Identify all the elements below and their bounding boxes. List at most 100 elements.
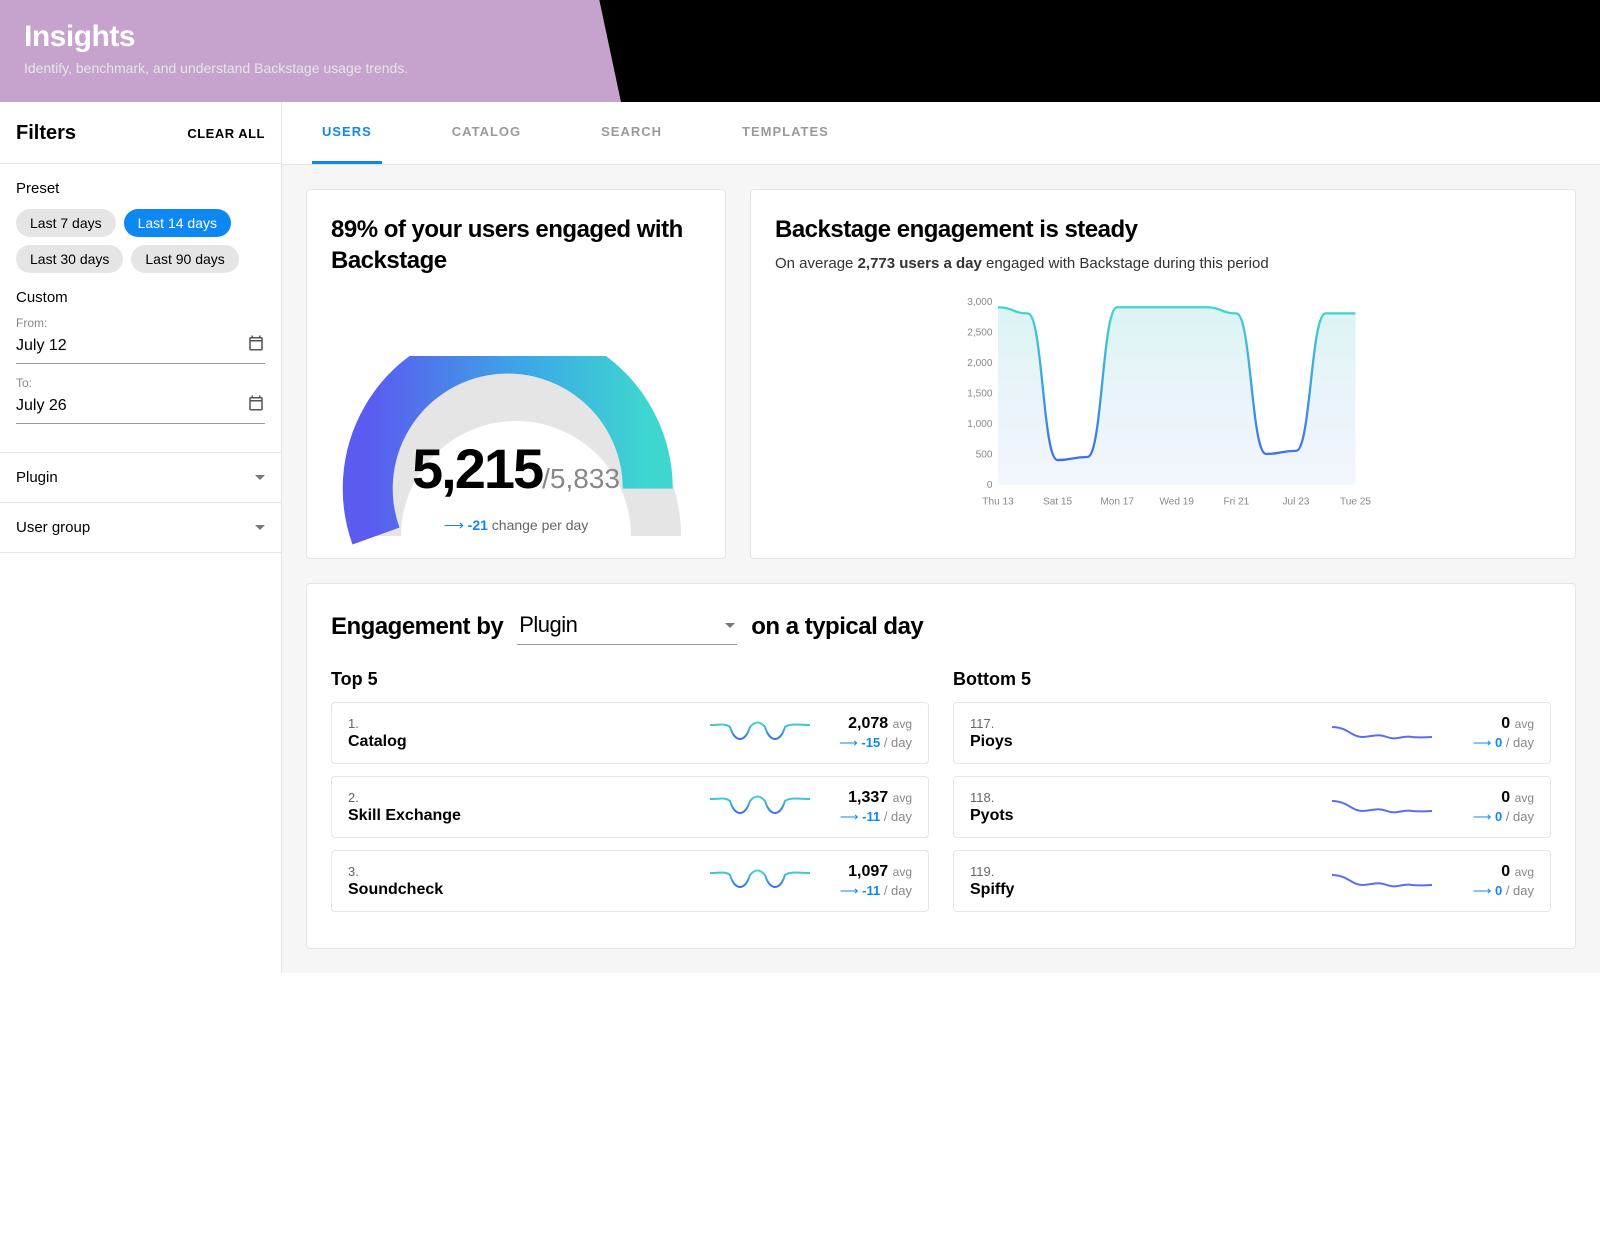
gauge-total: 5,833 (550, 463, 620, 494)
svg-text:Fri 21: Fri 21 (1223, 496, 1249, 507)
engagement-by-section: Engagement by Plugin on a typical day To… (306, 583, 1576, 949)
chevron-down-icon (255, 525, 265, 530)
preset-chip[interactable]: Last 30 days (16, 245, 123, 273)
preset-chip[interactable]: Last 7 days (16, 209, 116, 237)
preset-chip[interactable]: Last 90 days (131, 245, 238, 273)
engagement-avg: 1,097 avg (822, 863, 912, 881)
engagement-item[interactable]: 117. Pioys 0 avg ⟶ 0 / day (953, 702, 1551, 764)
tabs: USERS CATALOG SEARCH TEMPLATES (282, 102, 1600, 165)
svg-text:500: 500 (976, 449, 993, 460)
engagement-rank: 118. (970, 790, 1320, 805)
trend-title: Backstage engagement is steady (775, 214, 1551, 245)
filters-sidebar: Filters CLEAR ALL Preset Last 7 days Last… (0, 102, 282, 973)
engagement-avg: 0 avg (1444, 789, 1534, 807)
engagement-rank: 117. (970, 716, 1320, 731)
trend-subtitle: On average 2,773 users a day engaged wit… (775, 253, 1551, 276)
bottom5-title: Bottom 5 (953, 669, 1551, 690)
from-label: From: (16, 316, 265, 330)
svg-text:Wed 19: Wed 19 (1159, 496, 1194, 507)
to-date-value: July 26 (16, 397, 67, 415)
svg-text:Thu 13: Thu 13 (982, 496, 1014, 507)
engagement-change: ⟶ -11 / day (822, 883, 912, 899)
page-header: Insights Identify, benchmark, and unders… (0, 0, 1600, 102)
gauge-change: ⟶ -21 change per day (444, 517, 589, 534)
engagement-rank: 119. (970, 864, 1320, 879)
svg-text:0: 0 (987, 480, 993, 491)
engagement-avg: 1,337 avg (822, 789, 912, 807)
sparkline-chart (1332, 863, 1432, 899)
sparkline-chart (710, 863, 810, 899)
sparkline-chart (1332, 789, 1432, 825)
from-date-value: July 12 (16, 337, 67, 355)
svg-text:3,000: 3,000 (967, 297, 993, 308)
gauge-current: 5,215 (412, 437, 542, 500)
svg-text:1,000: 1,000 (967, 419, 993, 430)
top5-title: Top 5 (331, 669, 929, 690)
arrow-right-icon: ⟶ (1473, 883, 1492, 898)
engagement-rank: 2. (348, 790, 698, 805)
main-content: USERS CATALOG SEARCH TEMPLATES 89% of your … (282, 102, 1600, 973)
sparkline-chart (1332, 715, 1432, 751)
engagement-avg: 2,078 avg (822, 715, 912, 733)
sparkline-chart (710, 715, 810, 751)
trend-line-chart: 0 500 1,000 1,500 2,000 2,500 3,000 Thu 13 Sat 1… (775, 292, 1551, 512)
engagement-by-suffix: on a typical day (751, 613, 923, 641)
engagement-gauge-card: 89% of your users engaged with Backstage (306, 189, 726, 559)
engagement-item[interactable]: 118. Pyots 0 avg ⟶ 0 / day (953, 776, 1551, 838)
chevron-down-icon (725, 623, 735, 628)
tab-search[interactable]: SEARCH (591, 102, 672, 164)
chevron-down-icon (255, 475, 265, 480)
calendar-icon (247, 334, 265, 357)
custom-label: Custom (16, 289, 265, 306)
engagement-item[interactable]: 1. Catalog 2,078 avg ⟶ -15 / day (331, 702, 929, 764)
preset-chip[interactable]: Last 14 days (124, 209, 231, 237)
gauge-title: 89% of your users engaged with Backstage (331, 214, 701, 276)
filters-title: Filters (16, 122, 76, 145)
svg-text:1,500: 1,500 (967, 388, 993, 399)
plugin-filter-dropdown[interactable]: Plugin (0, 453, 281, 503)
engagement-dimension-select[interactable]: Plugin (517, 608, 737, 645)
engagement-change: ⟶ 0 / day (1444, 809, 1534, 825)
page-title: Insights (24, 20, 1576, 54)
arrow-right-icon: ⟶ (840, 883, 859, 898)
engagement-change: ⟶ -11 / day (822, 809, 912, 825)
usergroup-filter-dropdown[interactable]: User group (0, 503, 281, 553)
calendar-icon (247, 394, 265, 417)
engagement-change: ⟶ 0 / day (1444, 735, 1534, 751)
engagement-name: Skill Exchange (348, 807, 698, 825)
to-date-input[interactable]: July 26 (16, 390, 265, 424)
arrow-right-icon: ⟶ (1473, 809, 1492, 824)
engagement-avg: 0 avg (1444, 715, 1534, 733)
page-subtitle: Identify, benchmark, and understand Back… (24, 60, 1576, 76)
tab-catalog[interactable]: CATALOG (442, 102, 531, 164)
engagement-name: Spiffy (970, 881, 1320, 899)
engagement-item[interactable]: 3. Soundcheck 1,097 avg ⟶ -11 / day (331, 850, 929, 912)
svg-text:Sat 15: Sat 15 (1043, 496, 1073, 507)
arrow-right-icon: ⟶ (839, 735, 858, 750)
engagement-name: Pioys (970, 733, 1320, 751)
svg-text:Jul 23: Jul 23 (1282, 496, 1309, 507)
engagement-change: ⟶ 0 / day (1444, 883, 1534, 899)
engagement-by-label: Engagement by (331, 613, 503, 641)
engagement-name: Soundcheck (348, 881, 698, 899)
arrow-right-icon: ⟶ (444, 517, 464, 533)
clear-all-button[interactable]: CLEAR ALL (187, 126, 265, 141)
engagement-name: Catalog (348, 733, 698, 751)
engagement-rank: 1. (348, 716, 698, 731)
engagement-item[interactable]: 2. Skill Exchange 1,337 avg ⟶ -11 / day (331, 776, 929, 838)
svg-text:Mon 17: Mon 17 (1100, 496, 1134, 507)
arrow-right-icon: ⟶ (840, 809, 859, 824)
svg-text:Tue 25: Tue 25 (1340, 496, 1371, 507)
svg-text:2,000: 2,000 (967, 358, 993, 369)
arrow-right-icon: ⟶ (1473, 735, 1492, 750)
preset-label: Preset (16, 180, 265, 197)
engagement-trend-card: Backstage engagement is steady On averag… (750, 189, 1576, 559)
to-label: To: (16, 376, 265, 390)
sparkline-chart (710, 789, 810, 825)
engagement-item[interactable]: 119. Spiffy 0 avg ⟶ 0 / day (953, 850, 1551, 912)
from-date-input[interactable]: July 12 (16, 330, 265, 364)
svg-text:2,500: 2,500 (967, 327, 993, 338)
engagement-avg: 0 avg (1444, 863, 1534, 881)
tab-templates[interactable]: TEMPLATES (732, 102, 839, 164)
tab-users[interactable]: USERS (312, 102, 382, 164)
